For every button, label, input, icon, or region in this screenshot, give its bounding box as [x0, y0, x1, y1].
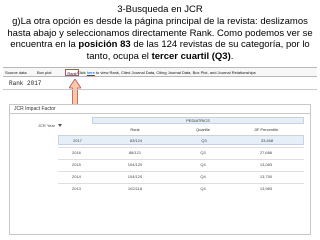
jcr-impact-panel: JCR Impact Factor JCR Year PEDIATRICS Ra…	[9, 104, 311, 235]
row-rank: 88/121	[128, 150, 142, 155]
row-percentile: 13,983	[259, 186, 273, 191]
slide-text-quartile: tercer cuartil (Q3)	[151, 50, 231, 62]
row-rank: 104/120	[127, 162, 143, 167]
category-header: PEDIATRICS	[92, 117, 304, 124]
table-row: 2014 104/120 Q4 13,750	[58, 171, 304, 181]
rank-heading: Rank 2017	[9, 80, 42, 87]
table-row: 2015 104/120 Q4 13,083	[58, 159, 304, 169]
nav-hint-suffix: to view Rank, Cited Journal Data, Citing…	[94, 70, 256, 75]
column-header-quartile: Quartile	[195, 127, 210, 132]
table-row: 2013 102/118 Q4 13,983	[58, 183, 304, 193]
divider	[3, 89, 317, 90]
row-rank: 102/118	[127, 186, 143, 191]
row-year: 2015	[72, 162, 81, 167]
table-row: 2016 88/121 Q3 27,686	[58, 147, 304, 157]
row-percentile: 13,750	[259, 174, 273, 179]
row-rank: 83/124	[129, 138, 143, 143]
row-rank: 104/120	[127, 174, 143, 179]
row-quartile: Q3	[201, 138, 207, 143]
journal-navbar: Source data Box plot Rank Click here to …	[3, 67, 317, 77]
slide-body-text: g)La otra opción es desde la página prin…	[4, 16, 316, 62]
tab-box-plot[interactable]: Box plot	[37, 69, 51, 76]
jcr-screenshot: Source data Box plot Rank Click here to …	[3, 64, 317, 237]
row-year: 2017	[73, 138, 82, 143]
table-row: 2017 83/124 Q3 33,468	[58, 135, 304, 145]
row-quartile: Q3	[200, 150, 206, 155]
jcr-year-dropdown[interactable]: JCR Year	[38, 123, 62, 128]
nav-hint-link[interactable]: here	[87, 70, 95, 75]
slide-text-after: .	[230, 50, 234, 62]
column-header-percentile: JIF Percentile	[253, 127, 279, 132]
slide-title: 3-Busqueda en JCR	[117, 4, 203, 15]
nav-hint-prefix: Click	[77, 70, 87, 75]
nav-hint-text: Click here to view Rank, Cited Journal D…	[77, 69, 256, 76]
tab-source-data[interactable]: Source data	[5, 69, 27, 76]
panel-title: JCR Impact Factor	[10, 105, 310, 114]
row-percentile: 13,083	[259, 162, 273, 167]
slide-text-position: posición 83	[78, 39, 131, 50]
column-header-rank: Rank	[130, 127, 140, 132]
row-percentile: 27,686	[259, 150, 273, 155]
row-year: 2013	[72, 186, 81, 191]
row-year: 2016	[72, 150, 81, 155]
row-quartile: Q4	[200, 186, 206, 191]
row-quartile: Q4	[200, 162, 206, 167]
row-quartile: Q4	[200, 174, 206, 179]
row-year: 2014	[72, 174, 81, 179]
row-percentile: 33,468	[260, 138, 274, 143]
